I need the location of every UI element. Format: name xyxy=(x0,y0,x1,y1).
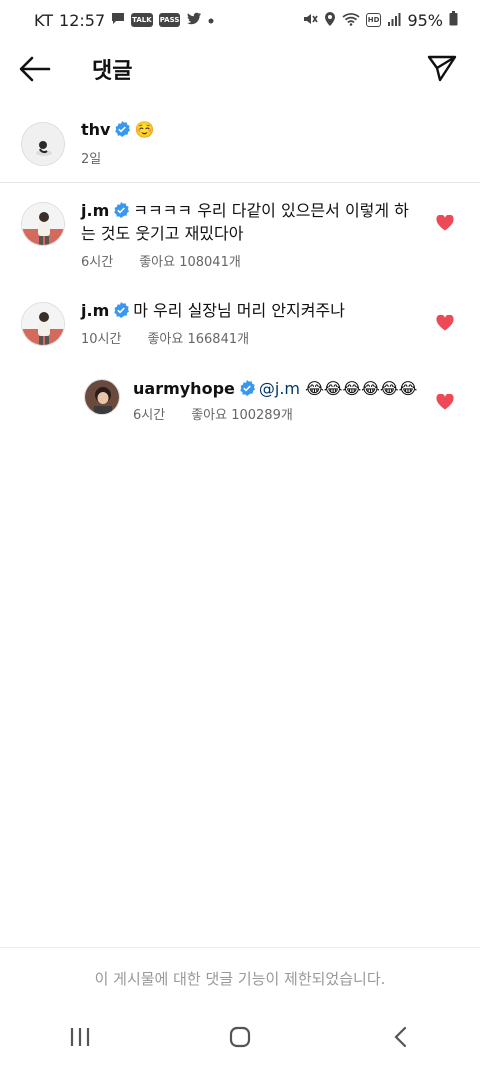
comment-time: 10시간 xyxy=(81,332,122,347)
signal-icon xyxy=(387,12,401,29)
home-button[interactable] xyxy=(210,1012,270,1062)
status-left: KT 12:57 TALK PASS xyxy=(34,11,214,30)
carrier-label: KT xyxy=(34,10,54,30)
verified-badge-icon xyxy=(114,302,130,318)
battery-icon xyxy=(449,11,458,29)
caption-row: thv ☺️ 2일 xyxy=(0,118,480,178)
arrow-left-icon xyxy=(19,56,51,82)
reply-item: uarmyhope @j.m 😂😂😂😂😂😂 6시간 좋아요 100289개 xyxy=(0,376,480,436)
comment-text: ㅋㅋㅋㅋ 우리 다같이 있으믄서 이렇게 하는 것도 웃기고 재밌다아 xyxy=(81,201,409,243)
comment-body: j.m ㅋㅋㅋㅋ 우리 다같이 있으믄서 이렇게 하는 것도 웃기고 재밌다아 6… xyxy=(81,199,421,270)
comment-line: j.m 마 우리 실장님 머리 안지켜주나 xyxy=(81,299,421,322)
avatar[interactable] xyxy=(21,122,65,166)
heart-icon[interactable] xyxy=(436,394,454,410)
username[interactable]: thv xyxy=(81,120,110,139)
back-nav-button[interactable] xyxy=(370,1012,430,1062)
username[interactable]: j.m xyxy=(81,301,109,320)
wifi-icon xyxy=(342,12,360,29)
home-icon xyxy=(229,1026,251,1047)
like-count[interactable]: 좋아요 100289개 xyxy=(191,408,293,423)
comment-line: j.m ㅋㅋㅋㅋ 우리 다같이 있으믄서 이렇게 하는 것도 웃기고 재밌다아 xyxy=(81,199,421,245)
avatar-photo xyxy=(85,380,119,414)
reply-body: uarmyhope @j.m 😂😂😂😂😂😂 6시간 좋아요 100289개 xyxy=(133,377,433,423)
avatar[interactable] xyxy=(21,302,65,346)
caption-text: ☺️ xyxy=(134,120,155,139)
like-count[interactable]: 좋아요 166841개 xyxy=(147,332,249,347)
comment-text: 마 우리 실장님 머리 안지켜주나 xyxy=(133,301,345,320)
avatar[interactable] xyxy=(21,202,65,246)
twitter-icon xyxy=(186,12,202,28)
avatar[interactable] xyxy=(84,379,120,415)
verified-badge-icon xyxy=(240,380,255,396)
caption-body: thv ☺️ 2일 xyxy=(81,120,154,167)
hd-voice-icon: HD xyxy=(365,13,382,27)
recent-apps-button[interactable] xyxy=(50,1012,110,1062)
share-button[interactable] xyxy=(426,52,458,84)
talk-icon: TALK xyxy=(131,13,153,27)
avatar-photo xyxy=(22,203,64,245)
mute-icon xyxy=(302,11,318,30)
mention-link[interactable]: @j.m xyxy=(259,379,300,398)
avatar-photo xyxy=(22,123,64,165)
battery-percent: 95% xyxy=(407,10,443,30)
heart-icon[interactable] xyxy=(436,215,454,231)
pass-icon: PASS xyxy=(158,13,181,27)
comment-meta: 6시간 좋아요 108041개 xyxy=(81,251,421,270)
message-icon xyxy=(111,12,125,28)
comment-item: j.m 마 우리 실장님 머리 안지켜주나 10시간 좋아요 166841개 xyxy=(0,298,480,358)
reply-line: uarmyhope @j.m 😂😂😂😂😂😂 xyxy=(133,377,433,400)
comment-meta: 10시간 좋아요 166841개 xyxy=(81,328,421,347)
heart-icon[interactable] xyxy=(436,315,454,331)
comment-time: 6시간 xyxy=(81,255,114,270)
divider xyxy=(0,182,480,183)
clock: 12:57 xyxy=(59,10,106,30)
username[interactable]: j.m xyxy=(81,201,109,220)
back-button[interactable] xyxy=(18,54,52,84)
verified-badge-icon xyxy=(114,202,130,218)
header: 댓글 xyxy=(0,44,480,92)
page-title: 댓글 xyxy=(92,59,133,84)
caption-meta: 2일 xyxy=(81,148,154,167)
system-nav-bar xyxy=(0,1006,480,1067)
avatar-photo xyxy=(22,303,64,345)
caption-time: 2일 xyxy=(81,152,102,167)
location-icon xyxy=(324,11,336,30)
comments-disabled-notice: 이 게시물에 대한 댓글 기능이 제한되었습니다. xyxy=(94,970,386,988)
footer-divider xyxy=(0,947,480,948)
notification-dot-icon xyxy=(208,13,214,27)
comment-item: j.m ㅋㅋㅋㅋ 우리 다같이 있으믄서 이렇게 하는 것도 웃기고 재밌다아 6… xyxy=(0,198,480,278)
comment-meta: 6시간 좋아요 100289개 xyxy=(133,404,433,423)
paper-plane-icon xyxy=(427,55,457,82)
status-bar: KT 12:57 TALK PASS HD 95% xyxy=(0,0,480,40)
like-count[interactable]: 좋아요 108041개 xyxy=(139,255,241,270)
verified-badge-icon xyxy=(115,121,131,137)
recent-apps-icon xyxy=(70,1027,90,1046)
chevron-left-icon xyxy=(394,1026,407,1047)
username[interactable]: uarmyhope xyxy=(133,379,235,398)
comment-text: 😂😂😂😂😂😂 xyxy=(305,379,418,398)
comment-body: j.m 마 우리 실장님 머리 안지켜주나 10시간 좋아요 166841개 xyxy=(81,299,421,347)
comment-time: 6시간 xyxy=(133,408,166,423)
status-right: HD 95% xyxy=(302,11,458,30)
